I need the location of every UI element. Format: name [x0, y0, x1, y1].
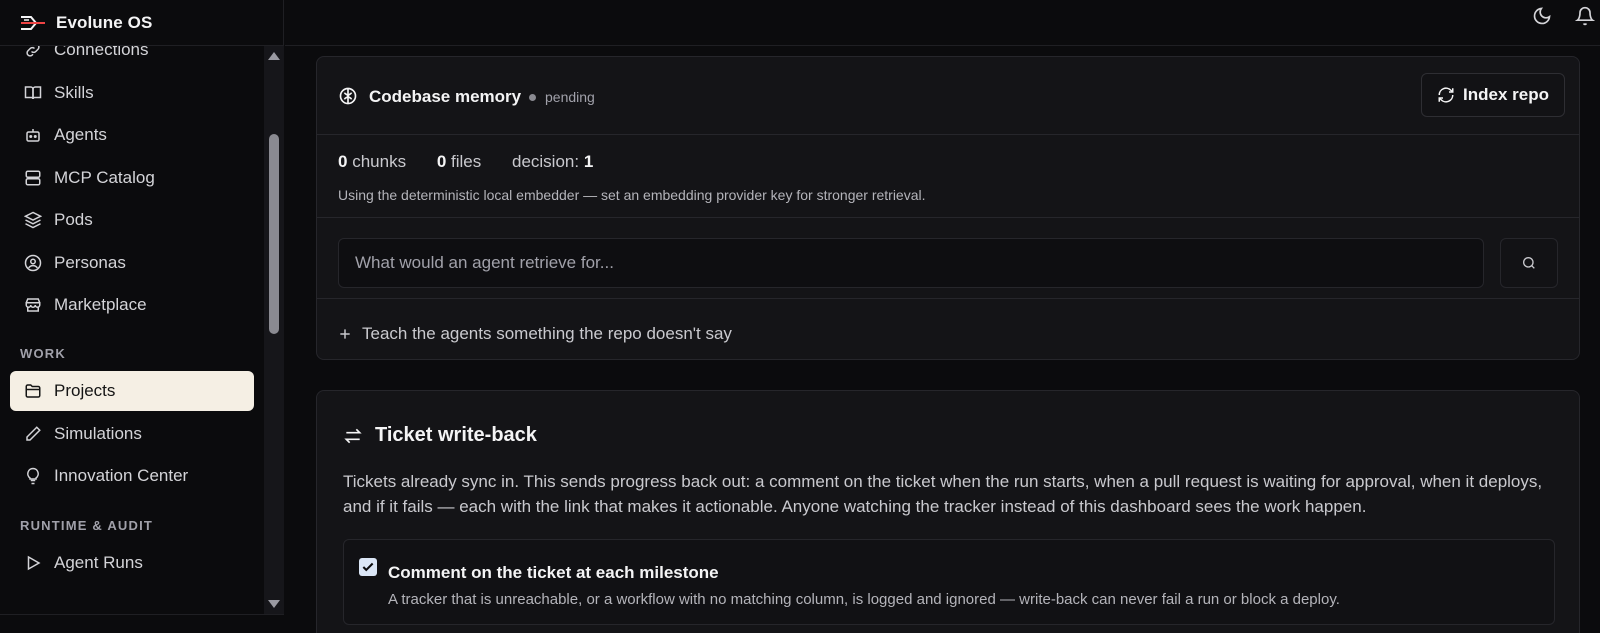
sidebar-item-label: MCP Catalog — [54, 168, 155, 187]
files-stat: 0 files — [436, 152, 482, 171]
book-icon — [24, 86, 42, 100]
sidebar-item-label: Pods — [54, 210, 93, 229]
check-icon — [362, 562, 374, 572]
moon-icon[interactable] — [1532, 6, 1552, 26]
chunks-stat: 0 chunks — [338, 152, 407, 171]
ticket-writeback-description: Tickets already sync in. This sends prog… — [343, 472, 1543, 516]
sidebar-item-label: Personas — [54, 253, 126, 272]
play-icon — [27, 555, 41, 571]
sidebar-nav: Connections Skills Agents MCP Catalog Po… — [0, 46, 264, 614]
status-badge: pending — [545, 89, 595, 105]
index-repo-label: Index repo — [1463, 85, 1549, 104]
milestone-hint: A tracker that is unreachable, or a work… — [388, 591, 1340, 608]
folder-icon — [25, 384, 41, 398]
layers-icon — [24, 211, 42, 229]
sidebar-item-marketplace[interactable]: Marketplace — [10, 285, 254, 325]
sidebar-item-personas[interactable]: Personas — [10, 243, 254, 283]
teach-agents-button[interactable]: Teach the agents something the repo does… — [338, 324, 732, 344]
sidebar-item-agents[interactable]: Agents — [10, 115, 254, 155]
scroll-down-icon[interactable] — [268, 600, 280, 608]
sidebar-item-label: Agents — [54, 125, 107, 144]
sidebar-item-projects[interactable]: Projects — [10, 371, 254, 411]
sidebar-item-agent-runs[interactable]: Agent Runs — [10, 543, 254, 583]
lightbulb-icon — [27, 467, 39, 485]
brain-icon — [339, 87, 357, 105]
topbar — [285, 0, 1600, 46]
sidebar-scrollbar[interactable] — [264, 46, 284, 614]
decision-stat: decision: 1 — [511, 152, 594, 171]
divider — [317, 217, 1579, 218]
search-icon — [1523, 257, 1535, 269]
sidebar-item-label: Agent Runs — [54, 553, 143, 572]
scroll-up-icon[interactable] — [268, 52, 280, 60]
milestone-option[interactable]: Comment on the ticket at each milestone … — [343, 539, 1555, 625]
sidebar-item-innovation-center[interactable]: Innovation Center — [10, 456, 254, 496]
sidebar-item-mcp-catalog[interactable]: MCP Catalog — [10, 158, 254, 198]
section-label-runtime: RUNTIME & AUDIT — [20, 518, 154, 533]
section-label-work: WORK — [20, 346, 66, 361]
codebase-memory-card: Codebase memory pending Index repo 0 chu… — [316, 56, 1580, 360]
codebase-memory-title: Codebase memory — [369, 87, 522, 106]
server-icon — [25, 170, 41, 186]
brand[interactable]: Evolune OS — [0, 0, 284, 46]
scroll-thumb[interactable] — [269, 134, 279, 334]
user-circle-icon — [24, 254, 42, 272]
sidebar-item-pods[interactable]: Pods — [10, 200, 254, 240]
plus-icon — [340, 329, 350, 339]
sidebar-footer — [0, 614, 284, 633]
sidebar-item-label: Simulations — [54, 424, 142, 443]
sidebar: Evolune OS Connections Skills Agents MCP… — [0, 0, 284, 633]
milestone-checkbox[interactable] — [359, 558, 377, 576]
ticket-writeback-header: Ticket write-back — [343, 424, 537, 447]
bell-icon[interactable] — [1575, 6, 1595, 26]
teach-agents-label: Teach the agents something the repo does… — [362, 324, 732, 343]
link-icon — [26, 46, 40, 57]
bot-icon — [26, 129, 40, 142]
retrieve-search-input[interactable] — [338, 238, 1484, 288]
embedder-hint: Using the deterministic local embedder —… — [338, 187, 926, 203]
app-name: Evolune OS — [56, 12, 153, 32]
logo-icon — [21, 15, 45, 30]
refresh-icon — [1438, 87, 1454, 103]
pencil-icon — [26, 426, 41, 441]
sidebar-item-connections[interactable]: Connections — [10, 46, 254, 70]
status-dot — [529, 94, 536, 101]
divider — [317, 298, 1579, 299]
sidebar-item-label: Skills — [54, 83, 94, 102]
store-icon — [25, 298, 41, 312]
sidebar-item-label: Marketplace — [54, 295, 147, 314]
search-button[interactable] — [1500, 238, 1558, 288]
milestone-label: Comment on the ticket at each milestone — [388, 563, 719, 582]
ticket-writeback-card: Ticket write-back Tickets already sync i… — [316, 390, 1580, 633]
card-header: Codebase memory pending Index repo — [317, 57, 1579, 135]
sidebar-item-label: Projects — [54, 381, 116, 400]
memory-stats: 0 chunks 0 files decision: 1 — [338, 152, 619, 172]
arrows-left-right-icon — [344, 428, 362, 443]
app-root: Evolune OS Connections Skills Agents MCP… — [0, 0, 1600, 633]
sidebar-item-label: Connections — [54, 46, 149, 59]
sidebar-item-simulations[interactable]: Simulations — [10, 414, 254, 454]
sidebar-item-label: Innovation Center — [54, 466, 189, 485]
index-repo-button[interactable]: Index repo — [1421, 73, 1565, 117]
ticket-writeback-title: Ticket write-back — [375, 424, 537, 446]
sidebar-item-skills[interactable]: Skills — [10, 73, 254, 113]
